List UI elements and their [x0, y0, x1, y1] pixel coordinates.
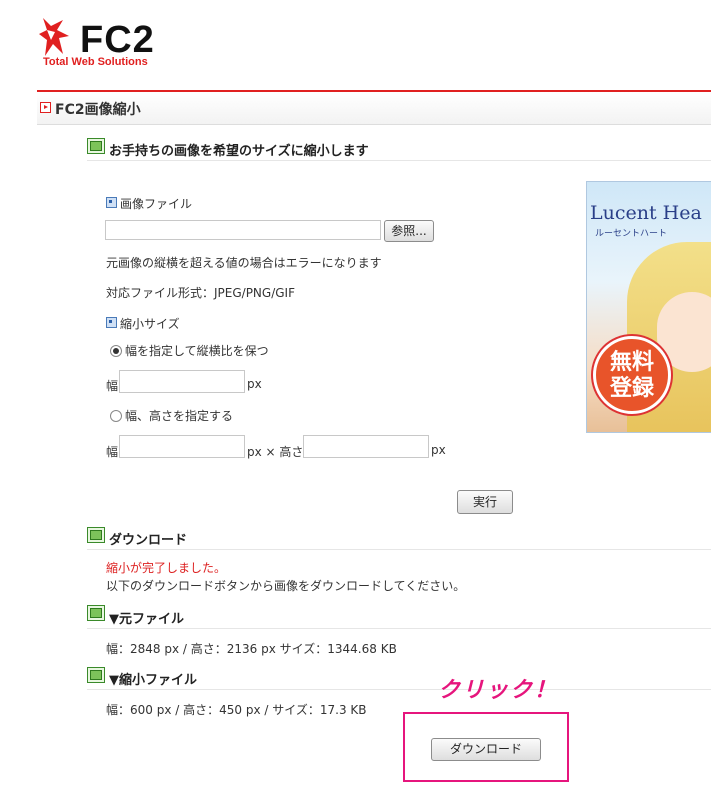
- height-unit: px: [431, 443, 446, 457]
- keep-ratio-label[interactable]: 幅を指定して縦横比を保つ: [125, 342, 269, 359]
- size-label: 縮小サイズ: [120, 317, 180, 331]
- keep-ratio-radio[interactable]: [110, 345, 122, 357]
- file-path-input[interactable]: [105, 220, 381, 240]
- format-note: 対応ファイル形式：JPEG/PNG/GIF: [106, 286, 295, 300]
- fc2-logo-mark-icon: [37, 14, 73, 60]
- ad-badge-line2: 登録: [609, 376, 654, 401]
- image-icon: [87, 527, 105, 543]
- success-message: 縮小が完了しました。: [106, 561, 227, 575]
- logo-subtitle: Total Web Solutions: [43, 56, 148, 68]
- image-icon: [87, 667, 105, 683]
- original-file-heading: ▼元ファイル: [109, 612, 184, 627]
- width2-height-label: px × 高さ: [247, 445, 304, 459]
- browse-button[interactable]: 参照...: [384, 220, 434, 242]
- width-height-radio[interactable]: [110, 410, 122, 422]
- width-input[interactable]: [119, 370, 245, 393]
- section-divider: [87, 160, 711, 161]
- reduced-file-info: 幅：600 px / 高さ：450 px / サイズ：17.3 KB: [106, 703, 367, 717]
- section-divider: [87, 628, 711, 629]
- ad-free-register-badge[interactable]: 無料 登録: [593, 336, 671, 414]
- ad-title: Lucent Hea: [590, 202, 702, 224]
- width2-input[interactable]: [119, 435, 245, 458]
- file-icon: [106, 197, 117, 208]
- section-divider: [87, 689, 711, 690]
- file-label: 画像ファイル: [120, 197, 193, 211]
- error-note: 元画像の縦横を超える値の場合はエラーになります: [106, 256, 382, 270]
- ad-banner[interactable]: Lucent Hea ルーセントハート 無料 登録: [586, 181, 711, 433]
- fc2-logo[interactable]: FC2: [80, 20, 155, 60]
- submit-button[interactable]: 実行: [457, 490, 513, 514]
- width-height-label[interactable]: 幅、高さを指定する: [125, 407, 233, 424]
- ad-badge-line1: 無料: [609, 350, 654, 375]
- image-icon: [87, 138, 105, 154]
- height-input[interactable]: [303, 435, 429, 458]
- page-header-bar: FC2画像縮小: [37, 92, 711, 125]
- reduced-file-heading: ▼縮小ファイル: [109, 673, 197, 688]
- play-square-icon: [40, 102, 51, 113]
- highlight-box: [403, 712, 569, 782]
- original-file-info: 幅：2848 px / 高さ：2136 px サイズ：1344.68 KB: [106, 642, 397, 656]
- width-label: 幅: [106, 379, 119, 393]
- page-title: FC2画像縮小: [55, 102, 141, 118]
- section-divider: [87, 549, 711, 550]
- ad-subtitle: ルーセントハート: [595, 229, 668, 239]
- width2-label: 幅: [106, 445, 119, 459]
- width-unit: px: [247, 377, 262, 391]
- download-instruction: 以下のダウンロードボタンから画像をダウンロードしてください。: [106, 579, 466, 593]
- click-annotation: クリック！: [438, 678, 559, 703]
- image-icon: [87, 605, 105, 621]
- download-heading: ダウンロード: [109, 533, 188, 548]
- form-heading: お手持ちの画像を希望のサイズに縮小します: [109, 144, 369, 159]
- size-icon: [106, 317, 117, 328]
